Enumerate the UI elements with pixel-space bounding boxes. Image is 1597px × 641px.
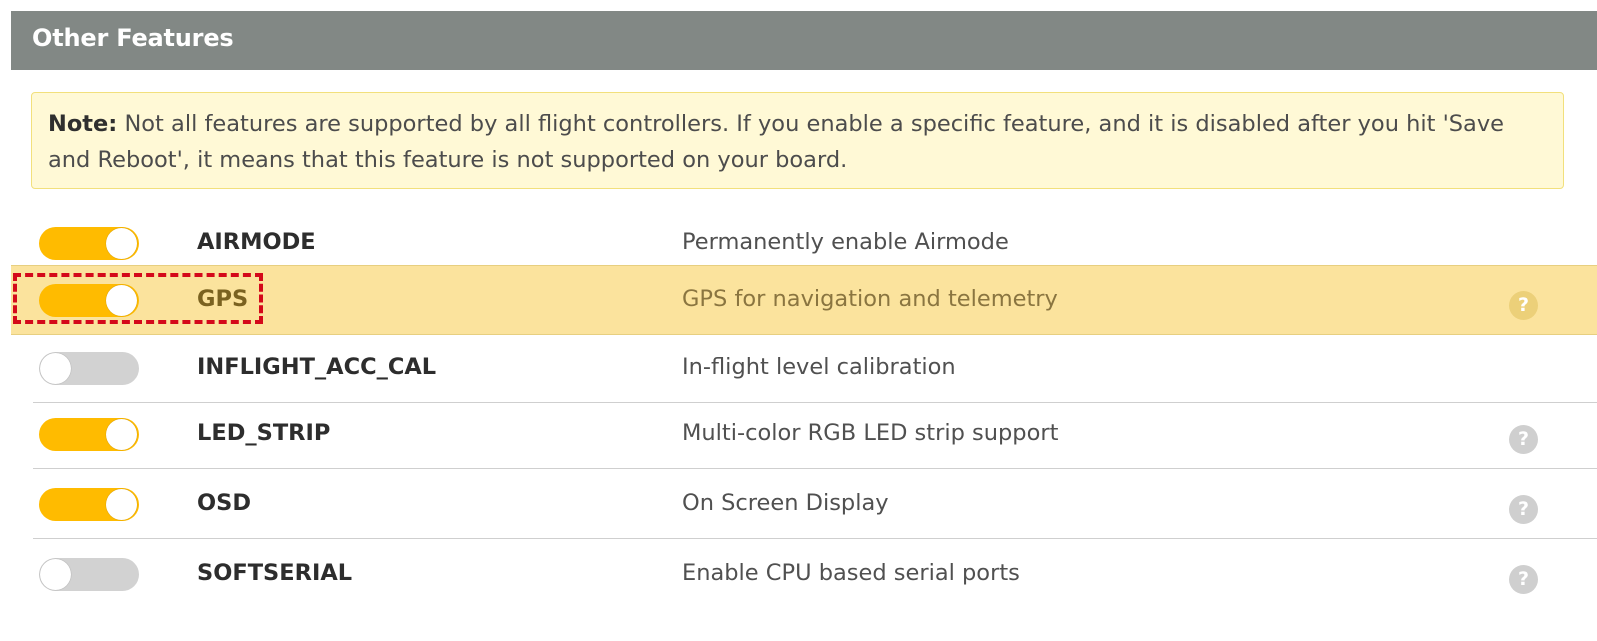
toggle-knob <box>40 353 71 384</box>
inflight-acc-cal-toggle[interactable] <box>39 352 139 385</box>
feature-name: LED_STRIP <box>197 420 331 446</box>
feature-name: SOFTSERIAL <box>197 560 353 586</box>
help-icon[interactable]: ? <box>1509 291 1538 320</box>
toggle-knob <box>106 285 137 316</box>
feature-description: Multi-color RGB LED strip support <box>682 420 1059 446</box>
led-strip-toggle[interactable] <box>39 418 139 451</box>
airmode-toggle[interactable] <box>39 227 139 260</box>
feature-name: OSD <box>197 490 252 516</box>
feature-name: INFLIGHT_ACC_CAL <box>197 354 437 380</box>
help-icon[interactable]: ? <box>1509 565 1538 594</box>
feature-description: Enable CPU based serial ports <box>682 560 1020 586</box>
feature-description: On Screen Display <box>682 490 889 516</box>
note-label: Note: <box>48 111 118 137</box>
feature-row-led-strip: LED_STRIP Multi-color RGB LED strip supp… <box>33 400 1597 469</box>
feature-description: In-flight level calibration <box>682 354 956 380</box>
feature-name: GPS <box>197 286 249 312</box>
feature-row-inflight-acc-cal: INFLIGHT_ACC_CAL In-flight level calibra… <box>33 334 1597 403</box>
feature-row-osd: OSD On Screen Display ? <box>33 470 1597 539</box>
feature-description: GPS for navigation and telemetry <box>682 286 1058 312</box>
osd-toggle[interactable] <box>39 488 139 521</box>
toggle-knob <box>40 559 71 590</box>
softserial-toggle[interactable] <box>39 558 139 591</box>
toggle-knob <box>106 228 137 259</box>
feature-row-softserial: SOFTSERIAL Enable CPU based serial ports… <box>33 540 1597 608</box>
help-icon[interactable]: ? <box>1509 425 1538 454</box>
help-icon[interactable]: ? <box>1509 495 1538 524</box>
note-text: Not all features are supported by all fl… <box>48 111 1505 173</box>
toggle-knob <box>106 489 137 520</box>
panel-title: Other Features <box>11 11 1597 70</box>
gps-toggle[interactable] <box>39 284 139 317</box>
feature-row-gps: GPS GPS for navigation and telemetry ? <box>11 265 1597 335</box>
feature-support-note: Note: Not all features are supported by … <box>31 92 1564 189</box>
toggle-knob <box>106 419 137 450</box>
other-features-panel: Other Features Note: Not all features ar… <box>11 11 1597 641</box>
